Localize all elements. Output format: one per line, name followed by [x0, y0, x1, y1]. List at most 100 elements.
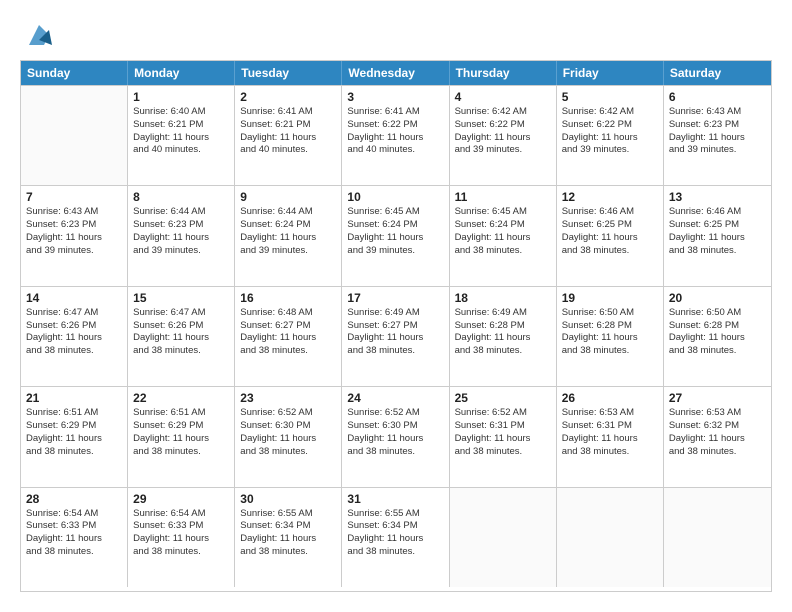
daylight-line2: and 38 minutes. [133, 546, 229, 559]
daylight-line1: Daylight: 11 hours [240, 433, 336, 446]
calendar-cell: 25Sunrise: 6:52 AMSunset: 6:31 PMDayligh… [450, 387, 557, 486]
day-number: 22 [133, 391, 229, 405]
sunset-text: Sunset: 6:29 PM [133, 420, 229, 433]
header [20, 20, 772, 50]
sunrise-text: Sunrise: 6:46 AM [669, 206, 766, 219]
daylight-line2: and 39 minutes. [562, 144, 658, 157]
calendar-cell: 29Sunrise: 6:54 AMSunset: 6:33 PMDayligh… [128, 488, 235, 587]
day-number: 25 [455, 391, 551, 405]
sunrise-text: Sunrise: 6:51 AM [133, 407, 229, 420]
calendar-cell: 27Sunrise: 6:53 AMSunset: 6:32 PMDayligh… [664, 387, 771, 486]
sunset-text: Sunset: 6:26 PM [26, 320, 122, 333]
daylight-line1: Daylight: 11 hours [240, 533, 336, 546]
calendar-cell: 23Sunrise: 6:52 AMSunset: 6:30 PMDayligh… [235, 387, 342, 486]
calendar-cell: 26Sunrise: 6:53 AMSunset: 6:31 PMDayligh… [557, 387, 664, 486]
daylight-line1: Daylight: 11 hours [133, 232, 229, 245]
calendar-cell: 6Sunrise: 6:43 AMSunset: 6:23 PMDaylight… [664, 86, 771, 185]
daylight-line1: Daylight: 11 hours [562, 433, 658, 446]
day-number: 7 [26, 190, 122, 204]
header-day-monday: Monday [128, 61, 235, 85]
day-number: 13 [669, 190, 766, 204]
day-number: 4 [455, 90, 551, 104]
sunset-text: Sunset: 6:30 PM [240, 420, 336, 433]
calendar-cell: 10Sunrise: 6:45 AMSunset: 6:24 PMDayligh… [342, 186, 449, 285]
calendar-row-1: 1Sunrise: 6:40 AMSunset: 6:21 PMDaylight… [21, 85, 771, 185]
calendar-body: 1Sunrise: 6:40 AMSunset: 6:21 PMDaylight… [21, 85, 771, 587]
day-number: 12 [562, 190, 658, 204]
sunrise-text: Sunrise: 6:43 AM [26, 206, 122, 219]
sunset-text: Sunset: 6:21 PM [240, 119, 336, 132]
sunset-text: Sunset: 6:33 PM [133, 520, 229, 533]
daylight-line1: Daylight: 11 hours [240, 332, 336, 345]
daylight-line2: and 38 minutes. [347, 546, 443, 559]
day-number: 11 [455, 190, 551, 204]
day-number: 31 [347, 492, 443, 506]
daylight-line2: and 38 minutes. [26, 546, 122, 559]
daylight-line1: Daylight: 11 hours [669, 433, 766, 446]
daylight-line1: Daylight: 11 hours [347, 332, 443, 345]
calendar-row-3: 14Sunrise: 6:47 AMSunset: 6:26 PMDayligh… [21, 286, 771, 386]
day-number: 10 [347, 190, 443, 204]
sunset-text: Sunset: 6:26 PM [133, 320, 229, 333]
sunrise-text: Sunrise: 6:44 AM [240, 206, 336, 219]
daylight-line2: and 38 minutes. [562, 446, 658, 459]
calendar-cell [450, 488, 557, 587]
daylight-line1: Daylight: 11 hours [347, 433, 443, 446]
calendar-cell: 5Sunrise: 6:42 AMSunset: 6:22 PMDaylight… [557, 86, 664, 185]
day-number: 24 [347, 391, 443, 405]
sunrise-text: Sunrise: 6:45 AM [347, 206, 443, 219]
sunset-text: Sunset: 6:31 PM [455, 420, 551, 433]
daylight-line1: Daylight: 11 hours [347, 232, 443, 245]
calendar-cell: 3Sunrise: 6:41 AMSunset: 6:22 PMDaylight… [342, 86, 449, 185]
calendar-cell: 18Sunrise: 6:49 AMSunset: 6:28 PMDayligh… [450, 287, 557, 386]
sunset-text: Sunset: 6:34 PM [347, 520, 443, 533]
daylight-line2: and 38 minutes. [240, 546, 336, 559]
calendar-cell: 4Sunrise: 6:42 AMSunset: 6:22 PMDaylight… [450, 86, 557, 185]
calendar: SundayMondayTuesdayWednesdayThursdayFrid… [20, 60, 772, 592]
calendar-cell [557, 488, 664, 587]
calendar-cell: 2Sunrise: 6:41 AMSunset: 6:21 PMDaylight… [235, 86, 342, 185]
daylight-line2: and 38 minutes. [347, 446, 443, 459]
sunrise-text: Sunrise: 6:51 AM [26, 407, 122, 420]
calendar-cell: 7 Sunrise: 6:43 AMSunset: 6:23 PMDaylight… [21, 186, 128, 285]
calendar-cell: 13Sunrise: 6:46 AMSunset: 6:25 PMDayligh… [664, 186, 771, 285]
calendar-cell: 15Sunrise: 6:47 AMSunset: 6:26 PMDayligh… [128, 287, 235, 386]
sunrise-text: Sunrise: 6:50 AM [669, 307, 766, 320]
sunset-text: Sunset: 6:32 PM [669, 420, 766, 433]
calendar-cell: 14Sunrise: 6:47 AMSunset: 6:26 PMDayligh… [21, 287, 128, 386]
calendar-header: SundayMondayTuesdayWednesdayThursdayFrid… [21, 61, 771, 85]
sunrise-text: Sunrise: 6:40 AM [133, 106, 229, 119]
day-number: 28 [26, 492, 122, 506]
daylight-line2: and 38 minutes. [26, 345, 122, 358]
day-number: 2 [240, 90, 336, 104]
sunrise-text: Sunrise: 6:41 AM [240, 106, 336, 119]
day-number: 23 [240, 391, 336, 405]
calendar-cell: 20Sunrise: 6:50 AMSunset: 6:28 PMDayligh… [664, 287, 771, 386]
sunset-text: Sunset: 6:30 PM [347, 420, 443, 433]
daylight-line2: and 38 minutes. [455, 345, 551, 358]
daylight-line1: Daylight: 11 hours [455, 132, 551, 145]
sunset-text: Sunset: 6:23 PM [26, 219, 122, 232]
day-number: 3 [347, 90, 443, 104]
sunrise-text: Sunrise: 6:43 AM [669, 106, 766, 119]
day-number: 27 [669, 391, 766, 405]
sunrise-text: Sunrise: 6:55 AM [240, 508, 336, 521]
header-day-friday: Friday [557, 61, 664, 85]
daylight-line2: and 40 minutes. [133, 144, 229, 157]
daylight-line1: Daylight: 11 hours [347, 533, 443, 546]
sunrise-text: Sunrise: 6:55 AM [347, 508, 443, 521]
calendar-cell [664, 488, 771, 587]
sunset-text: Sunset: 6:23 PM [133, 219, 229, 232]
daylight-line2: and 39 minutes. [26, 245, 122, 258]
day-number: 29 [133, 492, 229, 506]
daylight-line1: Daylight: 11 hours [133, 132, 229, 145]
daylight-line1: Daylight: 11 hours [26, 232, 122, 245]
sunset-text: Sunset: 6:24 PM [240, 219, 336, 232]
sunrise-text: Sunrise: 6:47 AM [26, 307, 122, 320]
calendar-cell: 30Sunrise: 6:55 AMSunset: 6:34 PMDayligh… [235, 488, 342, 587]
sunset-text: Sunset: 6:28 PM [455, 320, 551, 333]
sunset-text: Sunset: 6:22 PM [562, 119, 658, 132]
daylight-line2: and 38 minutes. [669, 446, 766, 459]
daylight-line2: and 38 minutes. [26, 446, 122, 459]
day-number: 8 [133, 190, 229, 204]
